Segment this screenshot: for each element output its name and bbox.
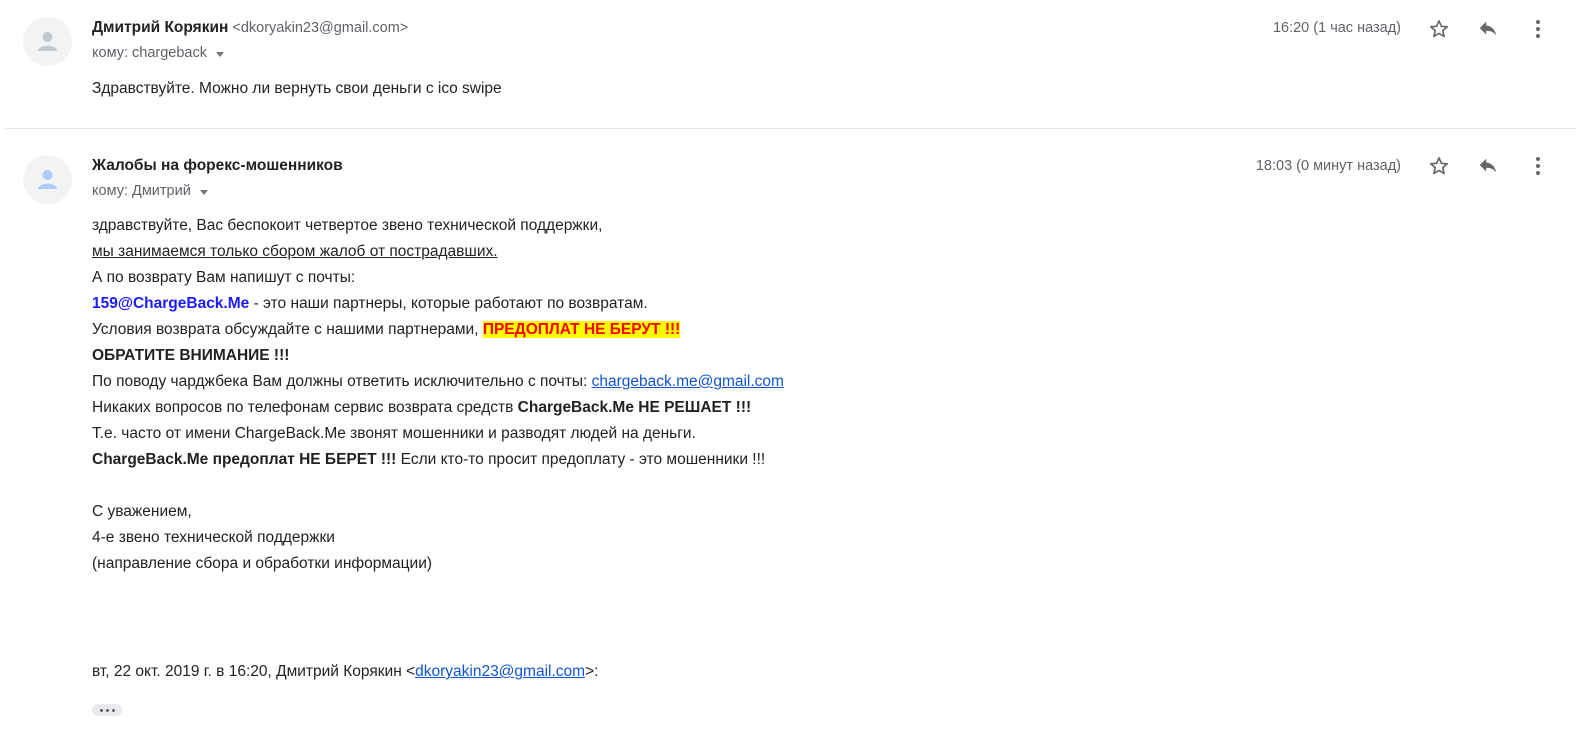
reply-icon bbox=[1479, 21, 1497, 36]
quote-attribution-end: >: bbox=[585, 663, 599, 680]
recipient-label: кому: chargeback bbox=[92, 45, 207, 61]
more-vert-icon bbox=[1536, 157, 1540, 175]
body-line: А по возврату Вам напишут с почты: bbox=[92, 269, 356, 286]
underlined-text: мы занимаемся только сбором жалоб от пос… bbox=[92, 243, 498, 260]
sender-avatar bbox=[23, 155, 72, 204]
highlighted-warning: ПРЕДОПЛАТ НЕ БЕРУТ !!! bbox=[482, 321, 681, 338]
sender-name: Дмитрий Корякин bbox=[92, 19, 229, 36]
reply-button[interactable] bbox=[1475, 16, 1501, 42]
body-text-fragment: Никаких вопросов по телефонам сервис воз… bbox=[92, 399, 518, 416]
body-line: Т.е. часто от имени ChargeBack.Me звонят… bbox=[92, 425, 696, 442]
ellipsis-icon bbox=[111, 708, 115, 712]
chevron-down-icon[interactable] bbox=[215, 51, 224, 57]
bold-text: ChargeBack.Me НЕ РЕШАЕТ !!! bbox=[517, 399, 752, 416]
more-vert-icon bbox=[1536, 20, 1540, 38]
sender-email: <dkoryakin23@gmail.com> bbox=[232, 20, 409, 36]
bold-text: ChargeBack.Me предоплат НЕ БЕРЕТ !!! bbox=[92, 451, 397, 468]
message-timestamp: 16:20 (1 час назад) bbox=[1272, 20, 1401, 36]
sender-line: Жалобы на форекс-мошенников bbox=[92, 157, 343, 175]
message-2: Жалобы на форекс-мошенников кому: Дмитри… bbox=[0, 140, 1581, 750]
body-line: ChargeBack.Me предоплат НЕ БЕРЕТ !!! Есл… bbox=[92, 447, 784, 473]
body-text-fragment: - это наши партнеры, которые работают по… bbox=[249, 295, 648, 312]
star-icon bbox=[1429, 157, 1449, 175]
body-line: По поводу чарджбека Вам должны ответить … bbox=[92, 369, 784, 395]
chevron-down-icon[interactable] bbox=[199, 189, 208, 195]
email-link[interactable]: dkoryakin23@gmail.com bbox=[415, 663, 585, 680]
recipient-label: кому: Дмитрий bbox=[92, 183, 191, 199]
star-button[interactable] bbox=[1426, 16, 1452, 42]
quoted-header: вт, 22 окт. 2019 г. в 16:20, Дмитрий Кор… bbox=[92, 659, 598, 685]
quote-attribution: вт, 22 окт. 2019 г. в 16:20, Дмитрий Кор… bbox=[92, 663, 416, 680]
message-divider bbox=[5, 128, 1576, 129]
reply-button[interactable] bbox=[1475, 153, 1501, 179]
signature-line: С уважением, bbox=[92, 503, 192, 520]
sender-line: Дмитрий Корякин <dkoryakin23@gmail.com> bbox=[92, 19, 408, 37]
show-trimmed-content-button[interactable] bbox=[92, 704, 122, 716]
more-options-button[interactable] bbox=[1525, 16, 1551, 42]
ellipsis-icon bbox=[105, 708, 109, 712]
sender-avatar bbox=[23, 17, 72, 66]
recipient-line[interactable]: кому: Дмитрий bbox=[92, 183, 208, 199]
body-line: здравствуйте, Вас беспокоит четвертое зв… bbox=[92, 217, 603, 234]
star-button[interactable] bbox=[1426, 153, 1452, 179]
body-text-fragment: Условия возврата обсуждайте с нашими пар… bbox=[92, 321, 483, 338]
body-line: мы занимаемся только сбором жалоб от пос… bbox=[92, 239, 784, 265]
body-text-fragment: Если кто-то просит предоплату - это моше… bbox=[396, 451, 766, 468]
partner-email: 159@ChargeBack.Me bbox=[92, 295, 250, 312]
ellipsis-icon bbox=[99, 708, 103, 712]
body-line: Никаких вопросов по телефонам сервис воз… bbox=[92, 395, 784, 421]
reply-icon bbox=[1479, 158, 1497, 173]
body-line: Условия возврата обсуждайте с нашими пар… bbox=[92, 317, 784, 343]
body-line: 159@ChargeBack.Me - это наши партнеры, к… bbox=[92, 291, 784, 317]
recipient-line[interactable]: кому: chargeback bbox=[92, 45, 224, 61]
sender-name: Жалобы на форекс-мошенников bbox=[92, 157, 343, 174]
email-link[interactable]: chargeback.me@gmail.com bbox=[592, 373, 784, 390]
attention-heading: ОБРАТИТЕ ВНИМАНИЕ !!! bbox=[92, 347, 290, 364]
message-1: Дмитрий Корякин <dkoryakin23@gmail.com> к… bbox=[0, 0, 1581, 128]
person-icon bbox=[38, 170, 57, 189]
more-options-button[interactable] bbox=[1525, 153, 1551, 179]
message-body: здравствуйте, Вас беспокоит четвертое зв… bbox=[92, 213, 784, 577]
signature-line: (направление сбора и обработки информаци… bbox=[92, 555, 433, 572]
signature-line: 4-е звено технической поддержки bbox=[92, 529, 335, 546]
message-timestamp: 18:03 (0 минут назад) bbox=[1255, 158, 1401, 174]
body-text-fragment: По поводу чарджбека Вам должны ответить … bbox=[92, 373, 592, 390]
person-icon bbox=[38, 32, 57, 51]
star-icon bbox=[1429, 20, 1449, 38]
message-body: Здравствуйте. Можно ли вернуть свои день… bbox=[92, 80, 502, 97]
